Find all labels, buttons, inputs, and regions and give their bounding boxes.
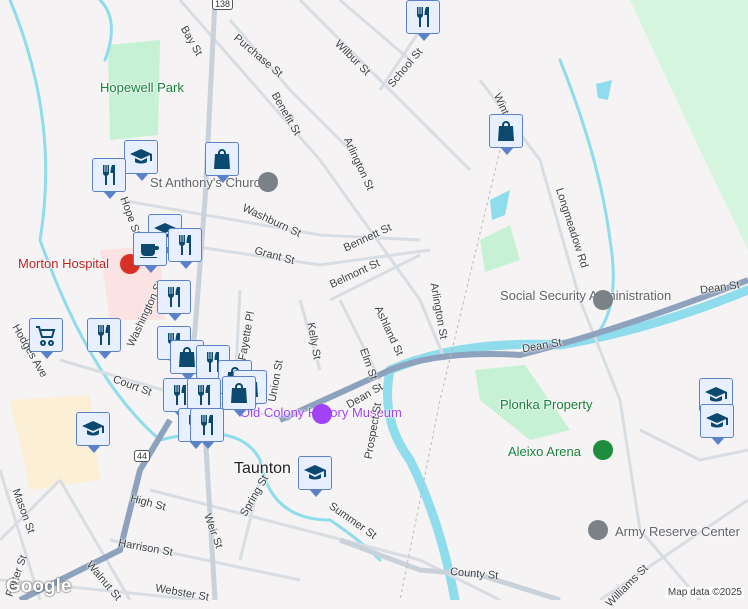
restaurant-marker[interactable]: [157, 280, 191, 321]
route-138-shield: 138: [212, 0, 234, 10]
stadium-pin-icon[interactable]: [593, 440, 613, 460]
route-44-shield: 44: [134, 450, 151, 462]
map-canvas[interactable]: Bay St Purchase St Wilbur St School St Hopew…: [0, 0, 748, 609]
school-icon: [304, 465, 326, 480]
church-pin-icon[interactable]: [258, 172, 278, 192]
restaurant-icon: [103, 165, 115, 185]
map-label-ssa[interactable]: Social Security Administration: [500, 288, 671, 303]
cafe-marker[interactable]: [133, 232, 167, 273]
restaurant-icon: [201, 415, 213, 435]
shopping-marker[interactable]: [222, 376, 256, 417]
shopping-marker[interactable]: [205, 142, 239, 183]
school-icon: [82, 421, 104, 436]
restaurant-marker[interactable]: [190, 408, 224, 449]
government-pin-icon[interactable]: [588, 520, 608, 540]
map-attribution[interactable]: Map data ©2025: [665, 587, 744, 598]
school-marker[interactable]: [700, 404, 734, 445]
school-icon: [706, 413, 728, 428]
shopping-marker[interactable]: [489, 114, 523, 155]
cafe-icon: [140, 244, 159, 258]
map-label-hopewell[interactable]: Hopewell Park: [100, 80, 184, 95]
museum-pin-icon[interactable]: [312, 404, 332, 424]
restaurant-icon: [198, 385, 210, 405]
restaurant-icon: [179, 235, 191, 255]
school-marker[interactable]: [124, 140, 158, 181]
map-label-church[interactable]: St Anthony's Church: [150, 175, 267, 190]
restaurant-marker[interactable]: [87, 318, 121, 359]
map-label-army[interactable]: Army Reserve Center: [615, 524, 740, 539]
google-logo[interactable]: Google: [6, 576, 71, 598]
restaurant-marker[interactable]: [187, 378, 221, 419]
shopping-icon: [214, 149, 230, 169]
restaurant-marker[interactable]: [92, 158, 126, 199]
school-icon: [130, 149, 152, 164]
pond: [490, 190, 510, 220]
restaurant-marker[interactable]: [168, 228, 202, 269]
restaurant-icon: [168, 287, 180, 307]
shopping-icon: [498, 121, 514, 141]
map-label-morton[interactable]: Morton Hospital: [18, 256, 109, 271]
park-area: [480, 225, 520, 272]
restaurant-icon: [417, 7, 429, 27]
restaurant-marker[interactable]: [406, 0, 440, 41]
cart-marker[interactable]: [29, 318, 63, 359]
government-pin-icon[interactable]: [593, 290, 613, 310]
park-area: [630, 0, 748, 250]
school-marker[interactable]: [76, 412, 110, 453]
cart-icon: [36, 326, 56, 347]
shopping-icon: [231, 383, 247, 403]
school-marker[interactable]: [298, 456, 332, 497]
map-label-aleixo[interactable]: Aleixo Arena: [508, 444, 581, 459]
restaurant-icon: [98, 325, 110, 345]
map-label-plonka[interactable]: Plonka Property: [500, 397, 593, 412]
pond: [596, 80, 612, 100]
